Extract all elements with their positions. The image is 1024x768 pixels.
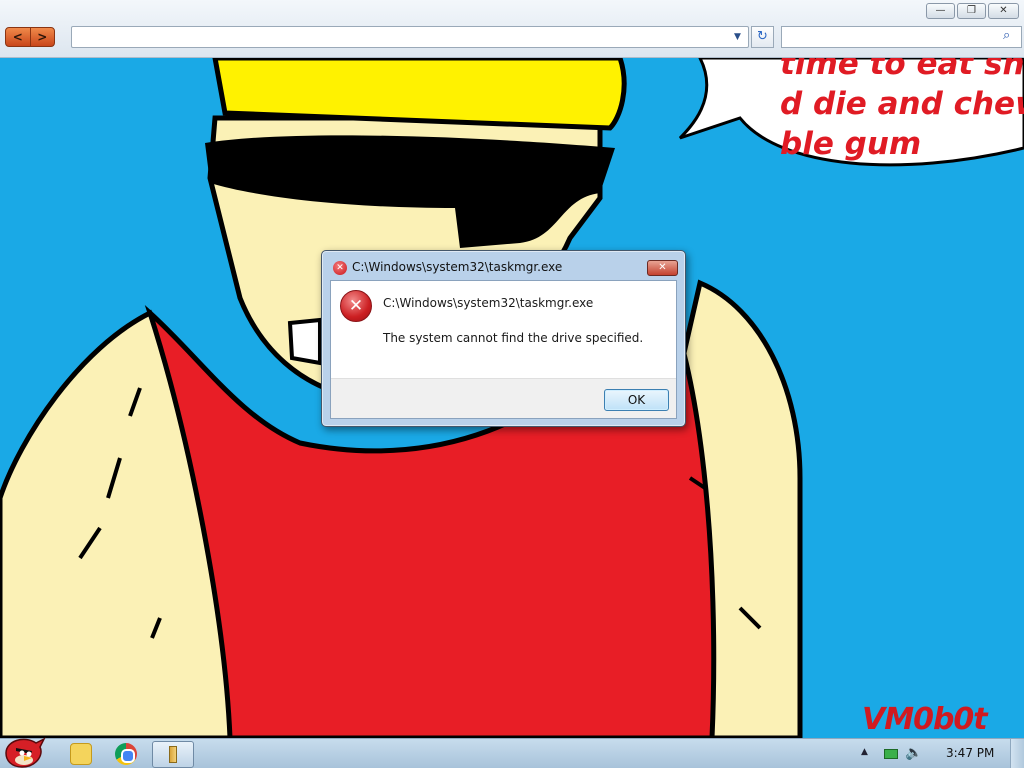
dialog-body: ✕ C:\Windows\system32\taskmgr.exe The sy… xyxy=(330,280,677,419)
bubble-line: ble gum xyxy=(780,126,922,162)
search-input[interactable] xyxy=(781,26,1022,48)
artist-watermark: VM0b0t xyxy=(862,702,988,737)
ok-button[interactable]: OK xyxy=(604,389,669,411)
bubble-line: d die and chew xyxy=(780,86,1024,122)
start-button-bird-icon[interactable] xyxy=(2,733,46,768)
dialog-heading: C:\Windows\system32\taskmgr.exe xyxy=(383,296,594,310)
nav-buttons: < > xyxy=(5,27,55,47)
tray-expand-icon[interactable]: ▲ xyxy=(861,747,868,757)
bubble-line: time to eat shit xyxy=(780,58,1024,82)
taskbar-clock[interactable]: 3:47 PM xyxy=(946,746,994,760)
refresh-icon[interactable]: ↻ xyxy=(751,26,774,48)
dialog-message: The system cannot find the drive specifi… xyxy=(383,331,644,345)
address-bar[interactable] xyxy=(71,26,749,48)
error-dialog: ✕ C:\Windows\system32\taskmgr.exe ✕ ✕ C:… xyxy=(321,250,686,427)
active-app-taskbar-button[interactable] xyxy=(152,741,194,768)
network-icon[interactable] xyxy=(884,749,898,759)
error-icon: ✕ xyxy=(340,290,372,322)
taskbar: ▲ 🔈 3:47 PM xyxy=(0,737,1024,768)
address-dropdown-icon[interactable]: ▼ xyxy=(734,32,741,42)
close-window-button[interactable]: ✕ xyxy=(988,3,1019,19)
speech-bubble-text: time to eat shit d die and chew ble gum xyxy=(780,58,1024,164)
dialog-footer: OK xyxy=(331,378,676,418)
chrome-browser-icon[interactable] xyxy=(115,743,137,765)
browser-toolbar: — ❐ ✕ < > ▼ ↻ ⌕ xyxy=(0,0,1024,58)
volume-icon[interactable]: 🔈 xyxy=(905,745,922,761)
back-arrow-icon[interactable]: < xyxy=(6,28,30,46)
folder-icon[interactable] xyxy=(70,743,92,765)
error-title-icon: ✕ xyxy=(333,261,347,275)
app-icon xyxy=(169,746,177,763)
forward-arrow-icon[interactable]: > xyxy=(29,28,55,46)
minimize-button[interactable]: — xyxy=(926,3,955,19)
dialog-close-button[interactable]: ✕ xyxy=(647,260,678,276)
maximize-button[interactable]: ❐ xyxy=(957,3,986,19)
dialog-title: C:\Windows\system32\taskmgr.exe xyxy=(352,260,563,274)
search-icon[interactable]: ⌕ xyxy=(1003,28,1010,43)
show-desktop-button[interactable] xyxy=(1010,739,1024,768)
